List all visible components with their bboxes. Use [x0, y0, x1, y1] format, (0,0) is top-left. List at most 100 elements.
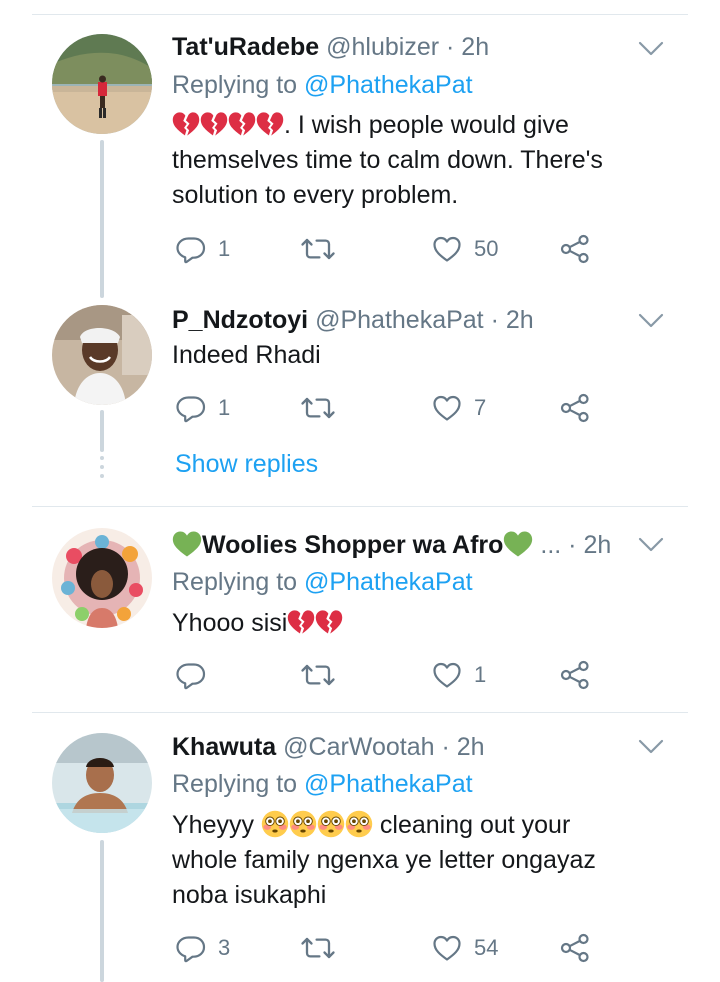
like-count: 1 [474, 662, 487, 687]
display-name[interactable]: Tat'uRadebe [172, 33, 319, 61]
like-button[interactable]: 54 [432, 928, 498, 968]
separator-dot: · [568, 531, 577, 559]
retweet-button[interactable] [300, 388, 348, 428]
reply-icon [176, 933, 206, 963]
thread-line [100, 140, 104, 298]
avatar[interactable] [52, 305, 152, 405]
tweet-text: Indeed Rhadi [172, 338, 672, 373]
show-replies-link[interactable]: Show replies [175, 447, 318, 481]
separator-dot: · [441, 733, 450, 761]
display-name[interactable]: Woolies Shopper wa Afro [202, 531, 503, 559]
mention-link[interactable]: @PhathekaPat [304, 71, 473, 99]
tweet-header: Khawuta @CarWootah · 2h [172, 730, 485, 764]
action-bar: 1 [172, 655, 612, 695]
action-bar: 1 7 [172, 388, 612, 428]
flushed-face-icon [317, 810, 345, 838]
timestamp[interactable]: 2h [583, 531, 611, 559]
display-name[interactable]: Khawuta [172, 733, 276, 761]
tweet-divider [32, 506, 688, 507]
green-heart-icon [172, 529, 202, 559]
broken-heart-icon [315, 608, 343, 636]
broken-heart-icon [228, 110, 256, 138]
action-bar: 1 50 [172, 229, 612, 269]
like-button[interactable]: 7 [432, 388, 486, 428]
tweet-text: . I wish people would give themselves ti… [172, 108, 672, 213]
like-count: 54 [474, 935, 499, 960]
action-bar: 3 54 [172, 928, 612, 968]
share-button[interactable] [560, 388, 590, 428]
display-name[interactable]: P_Ndzotoyi [172, 306, 308, 334]
green-heart-icon [503, 529, 533, 559]
replying-to: Replying to @PhathekaPat [172, 767, 473, 801]
reply-count: 1 [218, 395, 231, 420]
avatar[interactable] [52, 34, 152, 134]
chevron-down-icon[interactable] [638, 312, 664, 330]
tweet-divider [32, 712, 688, 713]
reply-button[interactable]: 1 [176, 229, 230, 269]
retweet-button[interactable] [300, 655, 348, 695]
reply-icon [176, 660, 206, 690]
flushed-face-icon [261, 810, 289, 838]
tweet-text-line: noba isukaphi [172, 881, 327, 909]
truncated-handle[interactable]: ... [540, 531, 561, 559]
reply-count: 3 [218, 935, 231, 960]
share-icon [560, 393, 590, 423]
user-handle[interactable]: @hlubizer [326, 33, 439, 61]
avatar[interactable] [52, 528, 152, 628]
chevron-down-icon[interactable] [638, 40, 664, 58]
retweet-button[interactable] [300, 229, 348, 269]
mention-link[interactable]: @PhathekaPat [304, 568, 473, 596]
like-button[interactable]: 1 [432, 655, 486, 695]
reply-button[interactable]: 1 [176, 388, 230, 428]
user-handle[interactable]: @PhathekaPat [315, 306, 484, 334]
separator-dot: · [490, 306, 499, 334]
retweet-icon [300, 660, 336, 690]
broken-heart-icon [287, 608, 315, 636]
tweet-header: Tat'uRadebe @hlubizer · 2h [172, 30, 489, 64]
share-button[interactable] [560, 655, 590, 695]
chevron-down-icon[interactable] [638, 738, 664, 756]
chevron-down-icon[interactable] [638, 536, 664, 554]
tweet-text-line: Yhooo sisi [172, 606, 672, 641]
flushed-face-icon [345, 810, 373, 838]
reply-count: 1 [218, 236, 231, 261]
timestamp[interactable]: 2h [461, 33, 489, 61]
tweet-text-line: themselves time to calm down. There's [172, 146, 603, 174]
retweet-button[interactable] [300, 928, 348, 968]
like-count: 50 [474, 236, 499, 261]
share-icon [560, 234, 590, 264]
share-icon [560, 933, 590, 963]
tweet-text-line: . I wish people would give [172, 108, 672, 143]
separator-dot: · [446, 33, 455, 61]
mention-link[interactable]: @PhathekaPat [304, 770, 473, 798]
flushed-face-icon [289, 810, 317, 838]
tweet-text-line: whole family ngenxa ye letter ongayaz [172, 846, 596, 874]
top-divider [32, 14, 688, 15]
thread-dots [100, 456, 104, 483]
timestamp[interactable]: 2h [506, 306, 534, 334]
broken-heart-icon [172, 110, 200, 138]
reply-icon [176, 234, 206, 264]
reply-button[interactable] [176, 655, 218, 695]
tweet-text-line: Yheyyy cleaning out your [172, 810, 571, 839]
broken-heart-icon [200, 110, 228, 138]
like-icon [432, 661, 462, 689]
thread-line [100, 840, 104, 982]
reply-button[interactable]: 3 [176, 928, 230, 968]
retweet-icon [300, 933, 336, 963]
replying-to-label: Replying to [172, 568, 298, 596]
share-button[interactable] [560, 229, 590, 269]
user-handle[interactable]: @CarWootah [283, 733, 434, 761]
tweet-text: Yheyyy cleaning out your whole family ng… [172, 808, 672, 913]
retweet-icon [300, 234, 336, 264]
reply-icon [176, 393, 206, 423]
tweet-header: P_Ndzotoyi @PhathekaPat · 2h [172, 303, 534, 337]
retweet-icon [300, 393, 336, 423]
like-count: 7 [474, 395, 487, 420]
like-button[interactable]: 50 [432, 229, 498, 269]
avatar[interactable] [52, 733, 152, 833]
share-button[interactable] [560, 928, 590, 968]
tweet-text: Yhooo sisi [172, 606, 672, 641]
timestamp[interactable]: 2h [457, 733, 485, 761]
replying-to-label: Replying to [172, 71, 298, 99]
